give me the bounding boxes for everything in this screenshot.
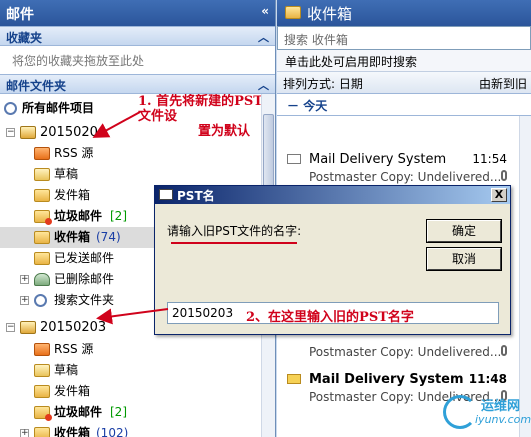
unread-envelope-icon xyxy=(287,374,301,384)
search-icon xyxy=(4,102,17,115)
chevron-up-icon[interactable]: ︿ xyxy=(258,77,269,93)
chevron-up-icon[interactable]: ︿ xyxy=(258,29,269,45)
annotation-underline xyxy=(171,242,297,244)
drafts-icon xyxy=(34,364,50,377)
inbox-icon xyxy=(285,6,301,19)
read-envelope-icon xyxy=(287,154,301,164)
annotation-step2: 2、在这里输入旧的PST名字 xyxy=(246,310,414,325)
attachment-icon xyxy=(501,345,507,356)
inbox-count: (102) xyxy=(96,426,129,437)
inbox-count: (74) xyxy=(96,230,121,244)
outbox-icon xyxy=(34,385,50,398)
group-header-today[interactable]: － 今天 xyxy=(277,94,531,116)
collapse-pane-button[interactable]: « xyxy=(261,4,269,18)
expand-toggle[interactable]: + xyxy=(20,275,29,284)
watermark-logo: 运维网 iyunv.com xyxy=(443,393,531,433)
list-scrollbar[interactable] xyxy=(519,116,531,437)
pst-file-icon xyxy=(20,126,36,139)
rss-icon xyxy=(34,343,50,356)
close-button[interactable]: X xyxy=(491,188,507,202)
collapse-toggle[interactable]: − xyxy=(6,128,15,137)
attachment-icon xyxy=(501,170,507,181)
inbox-icon xyxy=(34,231,50,244)
junk-mail-icon xyxy=(34,406,52,421)
chevron-down-icon[interactable]: － xyxy=(287,99,303,113)
junk-count: [2] xyxy=(110,209,127,223)
favorites-empty-hint: 将您的收藏夹拖放至此处 xyxy=(12,54,145,68)
list-title: 收件箱 xyxy=(307,5,353,23)
search-folder-icon xyxy=(34,294,47,307)
trash-icon xyxy=(34,273,50,286)
ok-button[interactable]: 确定 xyxy=(426,219,502,243)
dialog-prompt: 请输入旧PST文件的名字: xyxy=(167,224,302,238)
inbox-icon xyxy=(34,427,50,437)
favorites-header[interactable]: 收藏夹 ︿ xyxy=(0,26,275,46)
expand-toggle[interactable]: + xyxy=(20,429,29,437)
cancel-button[interactable]: 取消 xyxy=(426,247,502,271)
mail-item[interactable]: Mail Delivery System 11:54 Postmaster Co… xyxy=(277,148,519,190)
annotation-step1: 1. 首先将新建的PST文件设 置为默认 xyxy=(138,94,263,139)
sent-icon xyxy=(34,252,50,265)
mail-folders-header[interactable]: 邮件文件夹 ︿ xyxy=(0,74,275,94)
sort-bar[interactable]: 排列方式: 日期 由新到旧 xyxy=(277,72,531,94)
expand-toggle[interactable]: + xyxy=(20,296,29,305)
drafts-icon xyxy=(34,168,50,181)
nav-title: 邮件 xyxy=(6,7,34,23)
rss-icon xyxy=(34,147,50,160)
pst-name-dialog: PST名 X 请输入旧PST文件的名字: 确定 取消 20150203 2、在这… xyxy=(154,185,511,335)
junk-count: [2] xyxy=(110,405,127,419)
sort-order[interactable]: 由新到旧 xyxy=(479,75,527,92)
pst-file-icon xyxy=(20,321,36,334)
collapse-toggle[interactable]: − xyxy=(6,323,15,332)
sort-label[interactable]: 排列方式: 日期 xyxy=(283,77,363,91)
list-header: 收件箱 xyxy=(277,0,531,26)
nav-header: 邮件 « xyxy=(0,0,275,26)
window-icon xyxy=(159,189,173,200)
junk-mail-icon xyxy=(34,210,52,225)
search-input[interactable]: 搜索 收件箱 xyxy=(277,26,531,50)
logo-ring-icon xyxy=(443,395,477,429)
pst-name-input[interactable]: 20150203 2、在这里输入旧的PST名字 xyxy=(167,302,499,325)
outbox-icon xyxy=(34,189,50,202)
dialog-title: PST名 xyxy=(177,189,215,203)
dialog-titlebar[interactable]: PST名 X xyxy=(155,186,510,204)
enable-instant-search-link[interactable]: 单击此处可启用即时搜索 xyxy=(277,50,531,72)
